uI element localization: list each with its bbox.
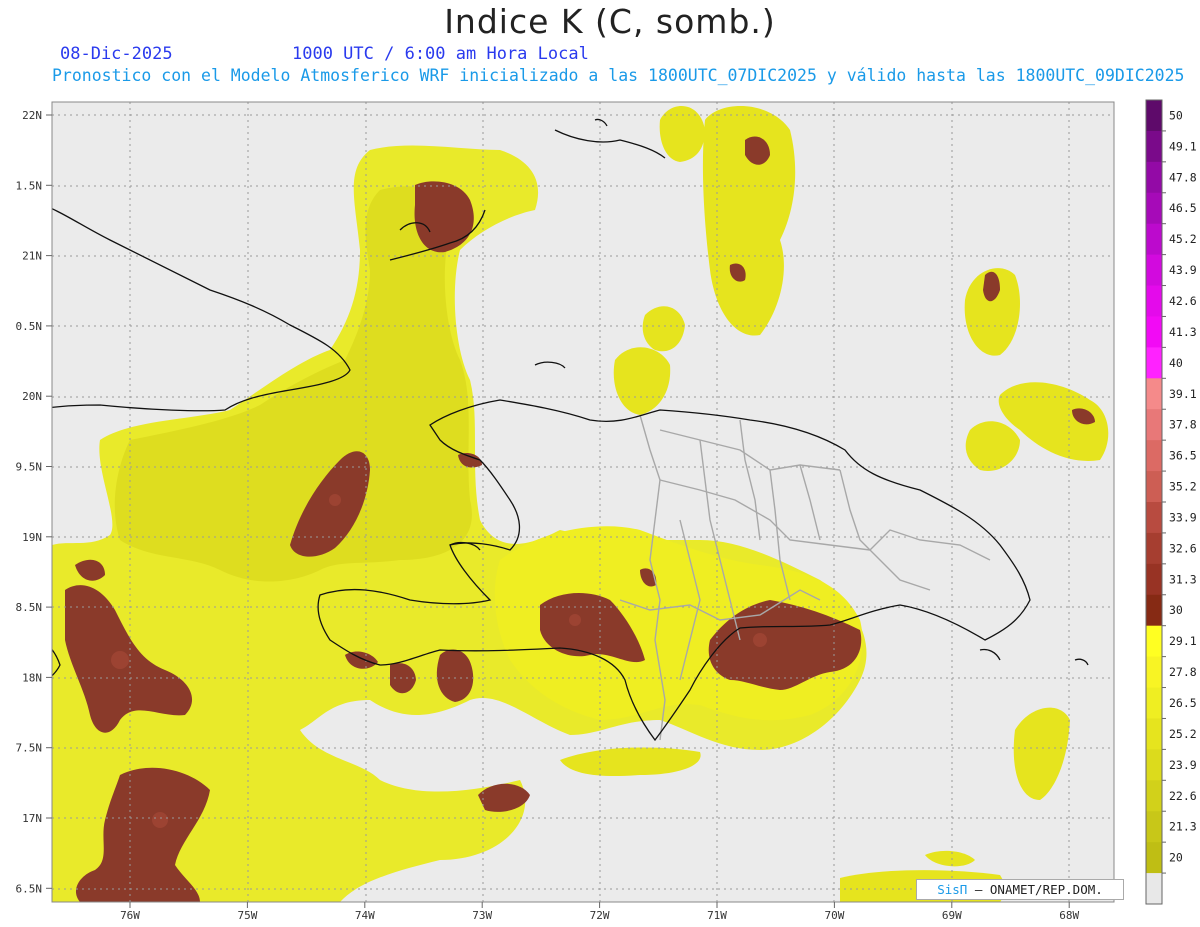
colorbar-swatch <box>1146 471 1162 503</box>
lat-label: 9.5N <box>16 461 43 474</box>
credit-text: – ONAMET/REP.DOM. <box>974 882 1103 897</box>
inner-spot <box>152 812 168 828</box>
colorbar-swatch <box>1146 780 1162 812</box>
colorbar-swatch <box>1146 842 1162 874</box>
lon-label: 76W <box>120 909 140 922</box>
colorbar-swatch <box>1146 532 1162 565</box>
inner-spot <box>329 494 341 506</box>
latitude-labels: 22N 1.5N 21N 0.5N 20N 9.5N 19N 8.5N 18N 7.5N 17N 6.… <box>16 109 52 895</box>
colorbar-label: 39.1 <box>1169 387 1197 401</box>
colorbar-label: 46.5 <box>1169 201 1197 215</box>
colorbar-label: 43.9 <box>1169 263 1197 277</box>
colorbar-label: 37.8 <box>1169 418 1197 432</box>
lon-label: 74W <box>355 909 375 922</box>
lon-label: 73W <box>472 909 492 922</box>
lat-label: 21N <box>22 250 42 263</box>
colorbar-swatch <box>1146 223 1162 256</box>
longitude-labels: 76W 75W 74W 73W 72W 71W 70W 69W 68W <box>120 902 1080 922</box>
colorbar-swatch <box>1146 347 1162 379</box>
colorbar-swatch <box>1146 161 1162 194</box>
inner-spot <box>111 651 129 669</box>
colorbar-swatch <box>1146 502 1162 534</box>
colorbar-swatch <box>1146 192 1162 225</box>
colorbar-label: 20 <box>1169 851 1183 865</box>
colorbar-swatch <box>1146 594 1162 627</box>
forecast-date: 08-Dic-2025 <box>60 44 173 64</box>
colorbar-swatch <box>1146 254 1162 287</box>
lat-label: 20N <box>22 390 42 403</box>
colorbar-label: 27.8 <box>1169 665 1197 679</box>
colorbar-swatch <box>1146 656 1162 689</box>
colorbar-swatch <box>1146 316 1162 348</box>
colorbar-swatch <box>1146 718 1162 750</box>
colorbar-label: 41.3 <box>1169 325 1197 339</box>
valid-time: 1000 UTC / 6:00 am Hora Local <box>292 44 589 64</box>
colorbar-swatch <box>1146 563 1162 596</box>
colorbar-label: 33.9 <box>1169 510 1197 524</box>
colorbar-label: 26.5 <box>1169 696 1197 710</box>
colorbar-label: 22.6 <box>1169 789 1197 803</box>
lat-label: 22N <box>22 109 42 122</box>
colorbar-labels: 50 49.1 47.8 46.5 45.2 43.9 42.6 41.3 40 39.1 37.8… <box>1162 108 1197 874</box>
colorbar-label: 36.5 <box>1169 449 1197 463</box>
colorbar-label: 49.1 <box>1169 139 1197 153</box>
colorbar-label: 25.2 <box>1169 727 1197 741</box>
colorbar <box>1145 99 1163 905</box>
colorbar-swatch <box>1146 100 1162 132</box>
credit-badge: SisΠ – ONAMET/REP.DOM. <box>916 879 1124 900</box>
lon-label: 68W <box>1059 909 1079 922</box>
lat-label: 0.5N <box>16 320 43 333</box>
colorbar-swatch <box>1146 130 1162 163</box>
inner-spot <box>753 633 767 647</box>
colorbar-swatch <box>1146 285 1162 317</box>
colorbar-swatch <box>1146 625 1162 658</box>
colorbar-label: 35.2 <box>1169 480 1197 494</box>
inner-spot <box>569 614 581 626</box>
lat-label: 19N <box>22 531 42 544</box>
model-description: Pronostico con el Modelo Atmosferico WRF… <box>52 66 1185 85</box>
colorbar-swatch <box>1146 409 1162 441</box>
lat-label: 17N <box>22 812 42 825</box>
lat-label: 8.5N <box>16 601 43 614</box>
lat-label: 7.5N <box>16 742 43 755</box>
map-title: Indice K (C, somb.) <box>444 2 776 41</box>
colorbar-label: 29.1 <box>1169 634 1197 648</box>
colorbar-swatch <box>1146 749 1162 781</box>
lat-label: 6.5N <box>16 882 43 895</box>
colorbar-swatch <box>1146 873 1162 905</box>
lon-label: 70W <box>824 909 844 922</box>
lon-label: 75W <box>237 909 257 922</box>
colorbar-label: 30 <box>1169 603 1183 617</box>
colorbar-swatch <box>1146 440 1162 472</box>
colorbar-label: 50 <box>1169 108 1183 122</box>
colorbar-swatch <box>1146 378 1162 410</box>
colorbar-label: 31.3 <box>1169 572 1197 586</box>
colorbar-label: 32.6 <box>1169 541 1197 555</box>
colorbar-label: 47.8 <box>1169 170 1197 184</box>
lon-label: 69W <box>942 909 962 922</box>
colorbar-label: 45.2 <box>1169 232 1197 246</box>
lat-label: 1.5N <box>16 179 43 192</box>
lat-label: 18N <box>22 671 42 684</box>
k-index-map: 22N 1.5N 21N 0.5N 20N 9.5N 19N 8.5N 18N 7.5N 17N 6.… <box>16 99 1197 922</box>
colorbar-label: 23.9 <box>1169 758 1197 772</box>
lon-label: 72W <box>590 909 610 922</box>
colorbar-swatch <box>1146 687 1162 719</box>
credit-brand: SisΠ <box>937 882 968 897</box>
lon-label: 71W <box>707 909 727 922</box>
colorbar-label: 21.3 <box>1169 820 1197 834</box>
colorbar-label: 42.6 <box>1169 294 1197 308</box>
colorbar-label: 40 <box>1169 356 1183 370</box>
colorbar-swatch <box>1146 811 1162 843</box>
